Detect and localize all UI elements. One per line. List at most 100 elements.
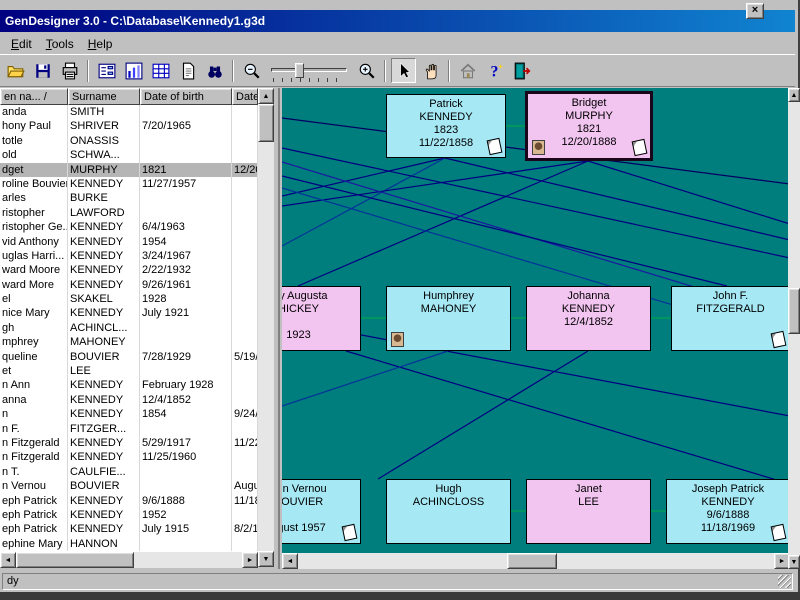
- table-row[interactable]: n VernouBOUVIERAugust: [0, 479, 258, 493]
- table-cell: February 1928: [140, 378, 232, 392]
- tree-node-janet-lee[interactable]: JanetLEE: [526, 479, 651, 544]
- scroll-down-icon[interactable]: ▼: [258, 551, 274, 567]
- pedigree-chart-icon[interactable]: [94, 58, 119, 83]
- tree-node-bridget-murphy[interactable]: BridgetMURPHY182112/20/1888: [525, 91, 653, 161]
- table-row[interactable]: ward MooreKENNEDY2/22/1932: [0, 263, 258, 277]
- table-row[interactable]: etLEE: [0, 364, 258, 378]
- scrollbar-thumb[interactable]: [507, 553, 557, 569]
- toolbar-separator: [448, 60, 450, 82]
- resize-grip-icon[interactable]: [778, 575, 791, 588]
- close-button[interactable]: ×: [746, 3, 764, 19]
- scroll-up-icon[interactable]: ▲: [788, 88, 800, 102]
- tree-node-johanna-kennedy[interactable]: JohannaKENNEDY12/4/1852: [526, 286, 651, 351]
- table-row[interactable]: hony PaulSHRIVER7/20/1965: [0, 119, 258, 133]
- tree-vertical-scrollbar[interactable]: ▲ ▼: [788, 88, 800, 569]
- table-view-icon[interactable]: [148, 58, 173, 83]
- scroll-up-icon[interactable]: ▲: [258, 88, 274, 104]
- table-cell: LEE: [68, 364, 140, 378]
- table-row[interactable]: n AnnKENNEDYFebruary 1928: [0, 378, 258, 392]
- titlebar: GenDesigner 3.0 - C:\Database\Kennedy1.g…: [0, 10, 795, 32]
- table-cell: ristopher: [0, 206, 68, 220]
- table-cell: KENNEDY: [68, 177, 140, 191]
- tree-node-mary-augusta-hickey[interactable]: ary AugustaHICKEY1923: [282, 286, 361, 351]
- table-cell: [140, 537, 232, 551]
- column-header-2[interactable]: Date of birth: [140, 88, 232, 105]
- print-icon[interactable]: [57, 58, 82, 83]
- table-cell: [232, 378, 258, 392]
- table-row[interactable]: n FitzgeraldKENNEDY11/25/1960: [0, 450, 258, 464]
- table-cell: ward More: [0, 278, 68, 292]
- table-row[interactable]: arlesBURKE: [0, 191, 258, 205]
- exit-icon[interactable]: [509, 58, 534, 83]
- scroll-left-icon[interactable]: ◄: [0, 552, 16, 568]
- find-icon[interactable]: [202, 58, 227, 83]
- table-row[interactable]: quelineBOUVIER7/28/19295/19/1: [0, 350, 258, 364]
- pan-hand-icon[interactable]: [418, 58, 443, 83]
- node-text: HICKEY: [282, 303, 360, 316]
- table-row[interactable]: roline BouvierKENNEDY11/27/1957: [0, 177, 258, 191]
- table-row[interactable]: n T.CAULFIE...: [0, 465, 258, 479]
- zoom-in-icon[interactable]: [354, 58, 379, 83]
- scrollbar-thumb[interactable]: [258, 104, 274, 142]
- family-tree-canvas[interactable]: PatrickKENNEDY182311/22/1858 BridgetMURPH…: [282, 88, 790, 553]
- table-row[interactable]: ristopher Ge...KENNEDY6/4/1963: [0, 220, 258, 234]
- table-row[interactable]: uglas Harri...KENNEDY3/24/1967: [0, 249, 258, 263]
- menu-tools[interactable]: Tools: [39, 35, 81, 53]
- table-cell: 11/18/1: [232, 494, 258, 508]
- table-row[interactable]: nice MaryKENNEDYJuly 1921: [0, 306, 258, 320]
- scroll-down-icon[interactable]: ▼: [788, 555, 800, 569]
- table-vertical-scrollbar[interactable]: ▲ ▼: [258, 88, 274, 567]
- table-row[interactable]: annaKENNEDY12/4/1852: [0, 393, 258, 407]
- open-folder-icon[interactable]: [3, 58, 28, 83]
- tree-node-humphrey-mahoney[interactable]: HumphreyMAHONEY: [386, 286, 511, 351]
- table-row[interactable]: nKENNEDY18549/24/1: [0, 407, 258, 421]
- statistics-chart-icon[interactable]: [121, 58, 146, 83]
- table-row[interactable]: ward MoreKENNEDY9/26/1961: [0, 278, 258, 292]
- tree-node-hugh-achincloss[interactable]: HughACHINCLOSS: [386, 479, 511, 544]
- column-header-0[interactable]: en na... /: [0, 88, 68, 105]
- report-icon[interactable]: [175, 58, 200, 83]
- statusbar: dy: [0, 571, 795, 592]
- menu-help[interactable]: Help: [81, 35, 120, 53]
- table-row[interactable]: mphreyMAHONEY: [0, 335, 258, 349]
- scroll-right-icon[interactable]: ►: [242, 552, 258, 568]
- save-icon[interactable]: [30, 58, 55, 83]
- zoom-slider-track[interactable]: [271, 68, 347, 72]
- table-row[interactable]: eph PatrickKENNEDYJuly 19158/2/19: [0, 522, 258, 536]
- select-arrow-icon[interactable]: [391, 58, 416, 83]
- table-row[interactable]: n FitzgeraldKENNEDY5/29/191711/22/1: [0, 436, 258, 450]
- tree-node-joseph-patrick-kennedy[interactable]: Joseph PatrickKENNEDY9/6/188811/18/1969: [666, 479, 790, 544]
- table-cell: vid Anthony: [0, 235, 68, 249]
- table-row[interactable]: vid AnthonyKENNEDY1954: [0, 235, 258, 249]
- home-icon[interactable]: [455, 58, 480, 83]
- table-horizontal-scrollbar[interactable]: ◄ ►: [0, 552, 258, 568]
- zoom-out-icon[interactable]: [239, 58, 264, 83]
- tree-horizontal-scrollbar[interactable]: ◄ ►: [282, 553, 790, 569]
- menu-edit[interactable]: Edit: [4, 35, 39, 53]
- zoom-slider[interactable]: [269, 58, 349, 84]
- column-header-3[interactable]: Date of: [232, 88, 258, 105]
- table-row[interactable]: totleONASSIS: [0, 134, 258, 148]
- table-cell: uglas Harri...: [0, 249, 68, 263]
- table-row[interactable]: elSKAKEL1928: [0, 292, 258, 306]
- scrollbar-thumb[interactable]: [16, 552, 134, 568]
- table-row[interactable]: eph PatrickKENNEDY9/6/188811/18/1: [0, 494, 258, 508]
- column-header-1[interactable]: Surname: [68, 88, 140, 105]
- table-row[interactable]: n F.FITZGER...: [0, 422, 258, 436]
- table-row[interactable]: ephine MaryHANNON: [0, 537, 258, 551]
- table-row[interactable]: eph PatrickKENNEDY1952: [0, 508, 258, 522]
- scrollbar-thumb[interactable]: [788, 288, 800, 334]
- table-cell: [232, 177, 258, 191]
- table-row[interactable]: andaSMITH: [0, 105, 258, 119]
- scroll-left-icon[interactable]: ◄: [282, 553, 298, 569]
- tree-node-john-f-fitzgerald[interactable]: John F.FITZGERALD: [671, 286, 790, 351]
- table-row[interactable]: oldSCHWA...: [0, 148, 258, 162]
- table-row[interactable]: dgetMURPHY182112/20/1: [0, 163, 258, 177]
- table-cell: 12/4/1852: [140, 393, 232, 407]
- tree-node-patrick-kennedy[interactable]: PatrickKENNEDY182311/22/1858: [386, 94, 506, 158]
- zoom-slider-thumb[interactable]: [295, 63, 304, 78]
- help-icon[interactable]: ?: [482, 58, 507, 83]
- table-row[interactable]: ristopherLAWFORD: [0, 206, 258, 220]
- tree-node-john-vernou-bouvier[interactable]: ohn VernouBOUVIERugust 1957: [282, 479, 361, 544]
- table-row[interactable]: ghACHINCL...: [0, 321, 258, 335]
